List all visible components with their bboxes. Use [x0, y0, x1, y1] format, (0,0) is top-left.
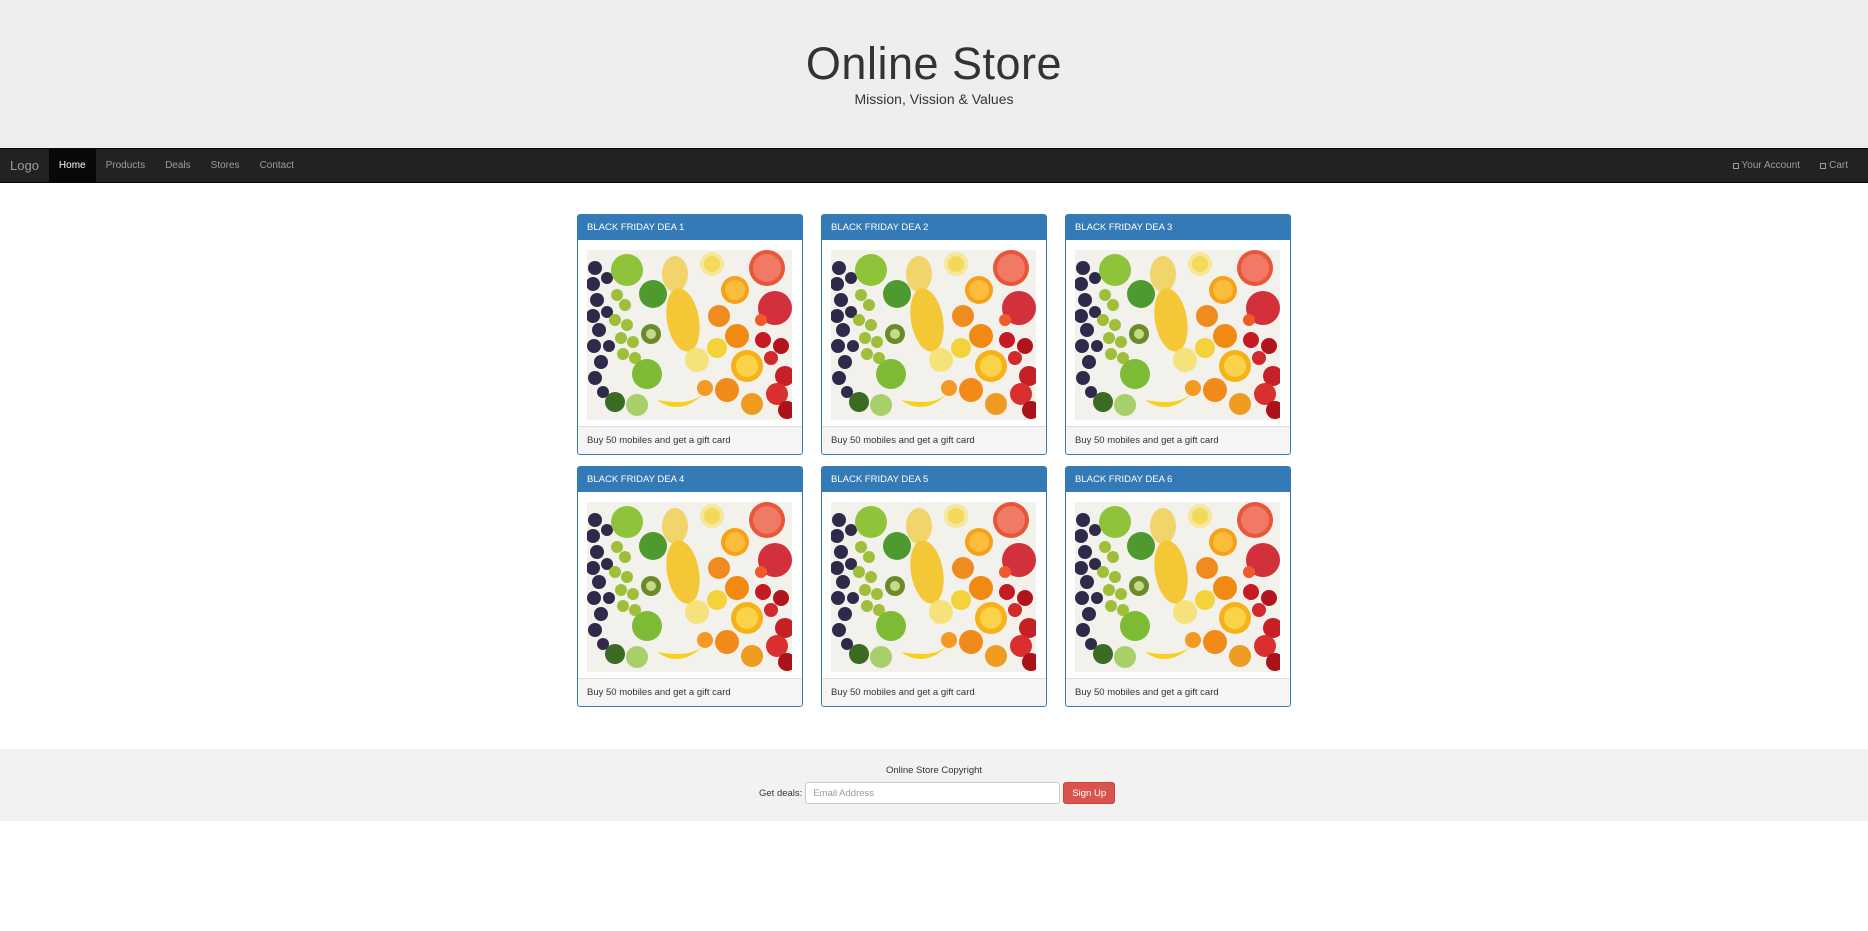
deal-card-footer: Buy 50 mobiles and get a gift card	[578, 678, 802, 706]
nav-item-products[interactable]: Products	[96, 149, 155, 182]
deal-card-title: BLACK FRIDAY DEA 4	[578, 467, 802, 492]
deal-card-title: BLACK FRIDAY DEA 6	[1066, 467, 1290, 492]
deal-card-title: BLACK FRIDAY DEA 3	[1066, 215, 1290, 240]
deal-card[interactable]: BLACK FRIDAY DEA 4 Buy 50 mobiles and ge…	[577, 466, 803, 707]
nav-item-home[interactable]: Home	[48, 149, 96, 182]
brand-logo[interactable]: Logo	[0, 149, 49, 182]
nav-item-your-account[interactable]: Your Account	[1723, 149, 1811, 182]
user-icon	[1732, 162, 1739, 169]
fruit-image	[587, 502, 792, 672]
page-subtitle: Mission, Vission & Values	[854, 91, 1014, 107]
deal-card-footer: Buy 50 mobiles and get a gift card	[1066, 426, 1290, 454]
fruit-image	[1075, 502, 1280, 672]
nav-item-deals[interactable]: Deals	[155, 149, 201, 182]
page-footer: Online Store Copyright Get deals: Sign U…	[0, 749, 1868, 821]
deal-card[interactable]: BLACK FRIDAY DEA 2 Buy 50 mobiles and ge…	[821, 214, 1047, 455]
deal-card-footer: Buy 50 mobiles and get a gift card	[822, 426, 1046, 454]
deal-card[interactable]: BLACK FRIDAY DEA 5 Buy 50 mobiles and ge…	[821, 466, 1047, 707]
deal-card[interactable]: BLACK FRIDAY DEA 6 Buy 50 mobiles and ge…	[1065, 466, 1291, 707]
deal-card-footer: Buy 50 mobiles and get a gift card	[578, 426, 802, 454]
fruit-image	[587, 250, 792, 420]
nav-item-cart-label: Cart	[1829, 160, 1848, 171]
deal-card-footer: Buy 50 mobiles and get a gift card	[822, 678, 1046, 706]
deal-card-footer: Buy 50 mobiles and get a gift card	[1066, 678, 1290, 706]
deal-card-title: BLACK FRIDAY DEA 1	[578, 215, 802, 240]
page-header: Online Store Mission, Vission & Values	[0, 0, 1868, 148]
fruit-image	[831, 502, 1036, 672]
nav-item-your-account-label: Your Account	[1741, 160, 1801, 171]
deal-card-title: BLACK FRIDAY DEA 5	[822, 467, 1046, 492]
copyright-text: Online Store Copyright	[885, 765, 983, 776]
navbar: Logo Home Products Deals Stores Contact …	[0, 148, 1868, 183]
get-deals-label: Get deals:	[759, 787, 803, 799]
fruit-image	[831, 250, 1036, 420]
fruit-image	[1075, 250, 1280, 420]
sign-up-button[interactable]: Sign Up	[1063, 782, 1116, 804]
deal-card[interactable]: BLACK FRIDAY DEA 1 Buy 50 mobiles and ge…	[577, 214, 803, 455]
nav-item-stores[interactable]: Stores	[201, 149, 250, 182]
nav-item-contact[interactable]: Contact	[250, 149, 304, 182]
deal-card-title: BLACK FRIDAY DEA 2	[822, 215, 1046, 240]
email-input[interactable]	[805, 782, 1061, 804]
deals-grid: BLACK FRIDAY DEA 1 Buy 50 mobiles and ge…	[577, 214, 1291, 707]
newsletter-form: Get deals: Sign Up	[759, 782, 1116, 804]
cart-icon	[1820, 162, 1827, 169]
deal-card[interactable]: BLACK FRIDAY DEA 3 Buy 50 mobiles and ge…	[1065, 214, 1291, 455]
page-title: Online Store	[805, 38, 1063, 89]
nav-item-cart[interactable]: Cart	[1810, 149, 1868, 182]
